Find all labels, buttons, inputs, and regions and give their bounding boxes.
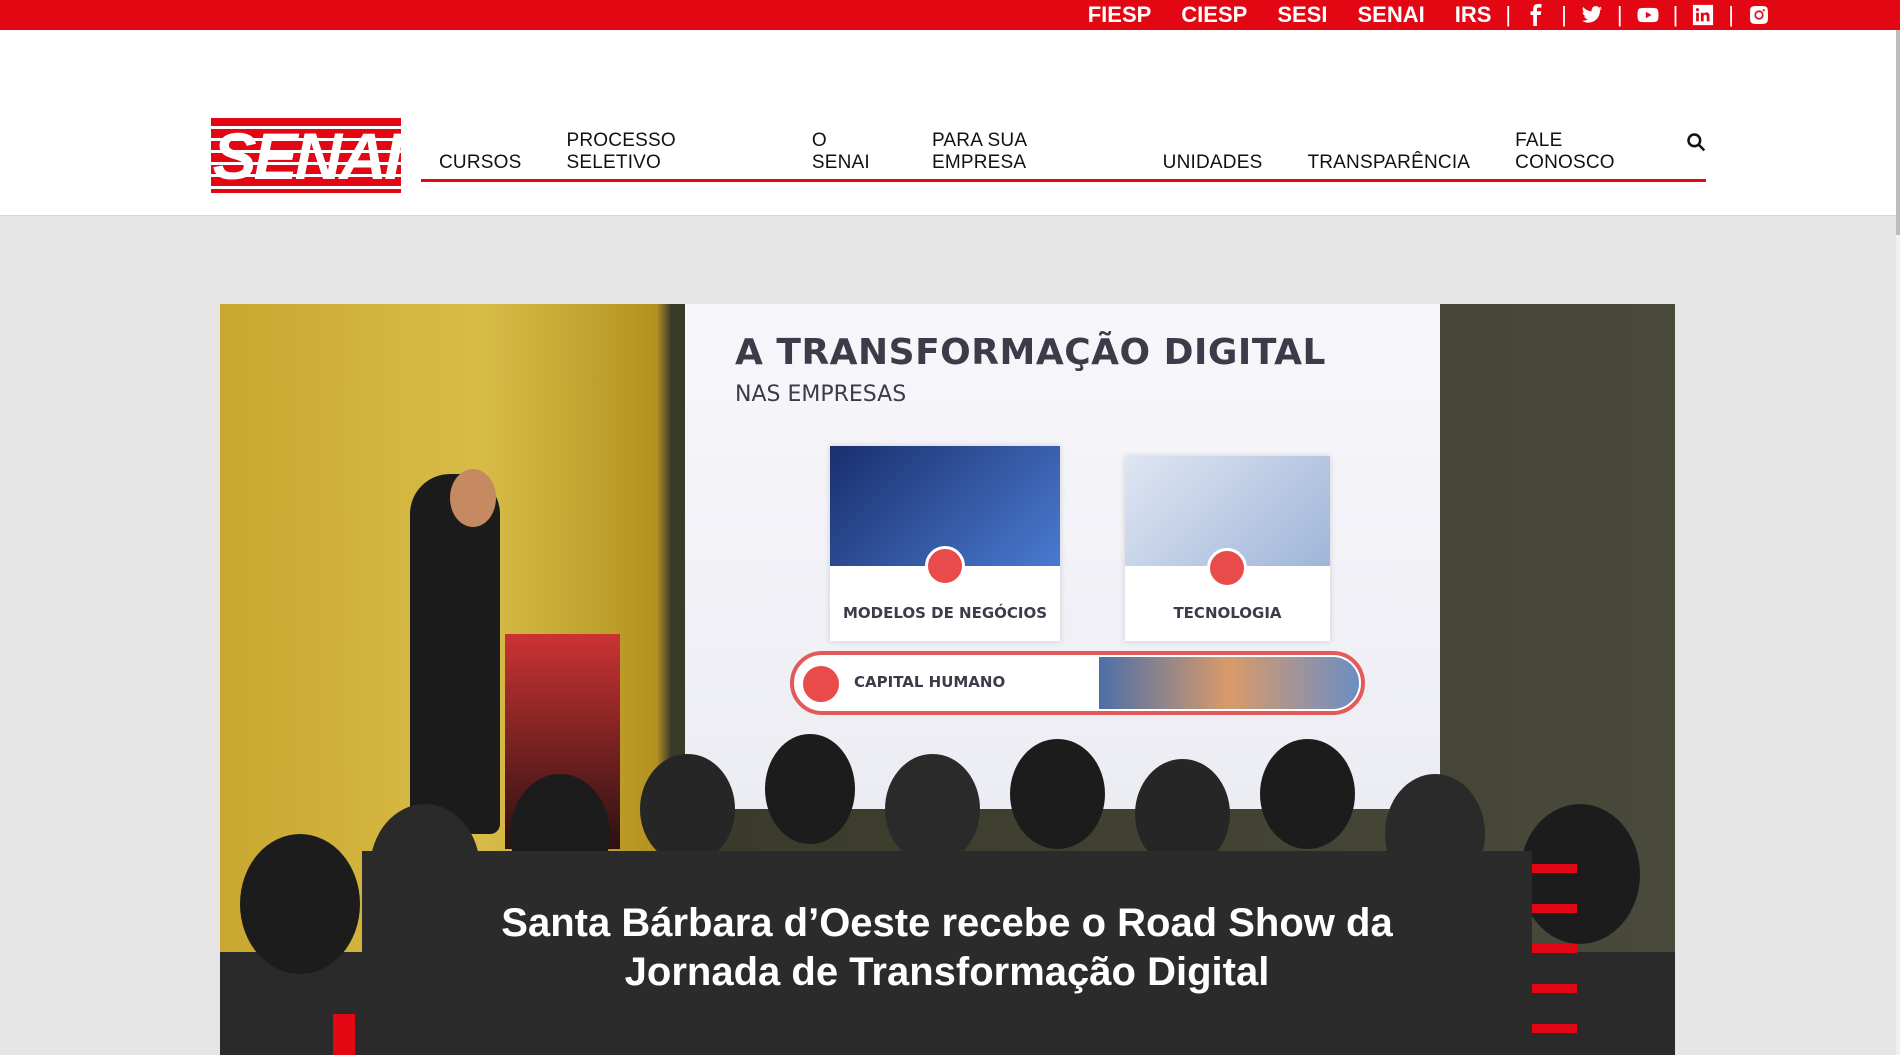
link-sesi[interactable]: SESI bbox=[1277, 2, 1327, 28]
hero-banner[interactable]: A TRANSFORMAÇÃO DIGITAL NAS EMPRESAS MOD… bbox=[220, 304, 1675, 1055]
separator: | bbox=[1728, 2, 1734, 27]
decor-bar bbox=[1532, 904, 1577, 913]
nav-item-processo-seletivo[interactable]: PROCESSO SELETIVO bbox=[567, 130, 767, 179]
nav-item-para-sua-empresa[interactable]: PARA SUA EMPRESA bbox=[932, 130, 1118, 179]
partner-links: FIESP CIESP SESI SENAI IRS | | | | | bbox=[1058, 0, 1770, 30]
nav-item-transparencia[interactable]: TRANSPARÊNCIA bbox=[1307, 152, 1470, 179]
hero-caption[interactable]: Santa Bárbara d’Oeste recebe o Road Show… bbox=[362, 851, 1532, 1044]
pill-label: CAPITAL HUMANO bbox=[854, 673, 1006, 691]
logo-text: SENAI bbox=[212, 118, 401, 193]
nav-item-fale-conosco[interactable]: FALE CONOSCO bbox=[1515, 130, 1661, 179]
decor-corner bbox=[333, 1014, 355, 1055]
link-senai[interactable]: SENAI bbox=[1357, 2, 1424, 28]
capital-humano-pill: CAPITAL HUMANO bbox=[790, 651, 1365, 715]
hero-caption-text: Santa Bárbara d’Oeste recebe o Road Show… bbox=[501, 900, 1393, 994]
scrollbar-thumb[interactable] bbox=[1896, 30, 1900, 235]
main-nav: CURSOS PROCESSO SELETIVO O SENAI PARA SU… bbox=[421, 130, 1706, 182]
separator: | bbox=[1616, 2, 1623, 27]
decor-bar bbox=[1532, 984, 1577, 993]
separator: | bbox=[1672, 2, 1679, 27]
site-header: SENAI CURSOS PROCESSO SELETIVO O SENAI P… bbox=[0, 30, 1900, 216]
facebook-icon[interactable] bbox=[1525, 4, 1547, 26]
card-label: TECNOLOGIA bbox=[1173, 604, 1282, 622]
speaker-head bbox=[450, 469, 496, 527]
link-ciesp[interactable]: CIESP bbox=[1181, 2, 1247, 28]
screen-subtitle: NAS EMPRESAS bbox=[735, 382, 907, 407]
instagram-icon[interactable] bbox=[1748, 4, 1770, 26]
linkedin-icon[interactable] bbox=[1692, 4, 1714, 26]
link-fiesp[interactable]: FIESP bbox=[1088, 2, 1152, 28]
card-tecnologia: TECNOLOGIA bbox=[1125, 456, 1330, 641]
link-irs[interactable]: IRS bbox=[1455, 2, 1492, 28]
twitter-icon[interactable] bbox=[1581, 4, 1603, 26]
card-modelos: MODELOS DE NEGÓCIOS bbox=[830, 446, 1060, 641]
separator: | bbox=[1505, 2, 1512, 27]
nav-item-o-senai[interactable]: O SENAI bbox=[812, 130, 887, 179]
search-icon[interactable] bbox=[1686, 132, 1708, 154]
senai-logo[interactable]: SENAI bbox=[211, 118, 401, 193]
screen-title: A TRANSFORMAÇÃO DIGITAL bbox=[735, 332, 1326, 373]
page-scrollbar[interactable] bbox=[1896, 30, 1900, 1055]
nav-item-unidades[interactable]: UNIDADES bbox=[1163, 152, 1263, 179]
nav-item-cursos[interactable]: CURSOS bbox=[439, 152, 522, 179]
top-bar: FIESP CIESP SESI SENAI IRS | | | | | bbox=[0, 0, 1900, 30]
decor-bar bbox=[1532, 864, 1577, 873]
separator: | bbox=[1561, 2, 1567, 27]
decor-bar bbox=[1532, 944, 1577, 953]
youtube-icon[interactable] bbox=[1637, 4, 1659, 26]
decor-bar bbox=[1532, 1024, 1577, 1033]
card-label: MODELOS DE NEGÓCIOS bbox=[842, 604, 1048, 622]
